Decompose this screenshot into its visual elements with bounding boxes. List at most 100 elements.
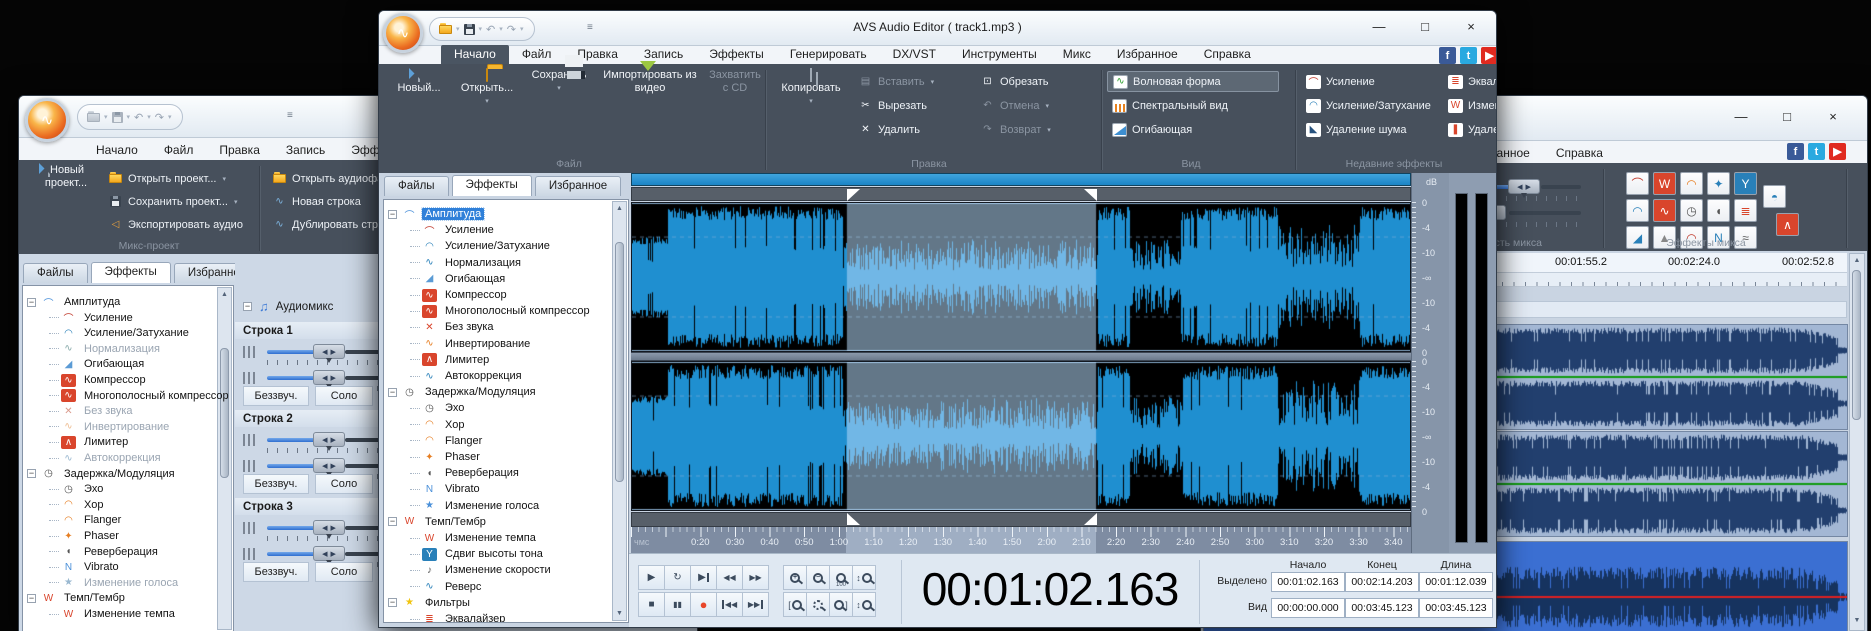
tree-item-компрессор[interactable]: ∿ Компрессор <box>410 287 510 303</box>
tree-item-без звука[interactable]: ✕ Без звука <box>410 319 497 335</box>
redo-icon[interactable]: ↷ <box>155 111 164 124</box>
collapse-icon[interactable]: − <box>27 593 36 603</box>
tree-item-изменение темпа[interactable]: W Изменение темпа <box>410 530 539 546</box>
play-button[interactable]: ▶ <box>638 565 665 590</box>
tab-файл[interactable]: Файл <box>509 45 565 64</box>
mix-effect-icon-7[interactable]: ∿ <box>1653 199 1676 222</box>
new-project-button[interactable]: Новый проект... <box>33 163 99 190</box>
zoom-out-button[interactable]: − <box>806 565 830 590</box>
selection-marker[interactable] <box>1084 513 1098 525</box>
tab-микс[interactable]: Микс <box>1050 45 1104 64</box>
to-end-button[interactable]: ▶▶ <box>742 592 769 617</box>
selection-marker[interactable] <box>847 189 861 201</box>
collapse-icon[interactable]: − <box>27 297 36 307</box>
selection-bar-top[interactable] <box>631 187 1411 201</box>
ribbon-item-открыть проект...[interactable]: Открыть проект... ▾ <box>103 168 232 189</box>
scroll-thumb[interactable] <box>1852 270 1861 420</box>
zoom-selection-start-button[interactable]: [ <box>783 592 807 617</box>
collapse-icon[interactable]: − <box>27 469 36 479</box>
rewind-button[interactable]: ◀◀ <box>716 565 743 590</box>
tree-item-огибающая[interactable]: ◢ Огибающая <box>410 271 508 287</box>
tree-item-изменение скорости[interactable]: ♪ Изменение скорости <box>410 562 554 578</box>
panel-tab-эффекты[interactable]: Эффекты <box>451 175 532 196</box>
time-ruler[interactable]: чмс 0:20 0:30 0:40 0:50 1:00 1:10 1:20 1:30 1:40… <box>631 527 1411 553</box>
zoom-selection-end-button[interactable]: ] <box>829 592 853 617</box>
collapse-icon[interactable]: − <box>243 302 252 311</box>
tree-item-усиление[interactable]: ⌒ Усиление <box>410 222 497 238</box>
tree-item-изменение темпа[interactable]: W Изменение темпа <box>49 606 178 622</box>
channel-divider[interactable] <box>631 352 1411 361</box>
save-icon[interactable] <box>111 111 123 123</box>
scroll-up[interactable]: ▲ <box>613 202 626 215</box>
scroll-up[interactable]: ▲ <box>1850 254 1864 267</box>
tree-item-реверберация[interactable]: ◖ Реверберация <box>49 544 161 560</box>
open-icon[interactable] <box>439 22 452 34</box>
twitter-icon[interactable]: t <box>1460 47 1477 64</box>
ribbon-doc-button[interactable]: Новый... <box>389 68 449 95</box>
ribbon-item-вырезать[interactable]: ✂ Вырезать <box>853 95 932 116</box>
zoom-vertical-out-button[interactable]: ↕ <box>852 592 876 617</box>
mix-effect-icon-16[interactable]: ◓ <box>1763 185 1786 208</box>
panel-tab-файлы[interactable]: Файлы <box>23 263 88 283</box>
collapse-icon[interactable]: − <box>388 517 397 527</box>
mix-effect-icon-5[interactable]: Y <box>1734 172 1757 195</box>
ribbon-item-обрезать[interactable]: ⊡ Обрезать <box>975 71 1054 92</box>
tree-item-лимитер[interactable]: ∧ Лимитер <box>49 434 131 450</box>
collapse-icon[interactable]: − <box>388 598 397 608</box>
ribbon-folder-button[interactable]: Открыть... ▾ <box>455 68 519 108</box>
tree-item-phaser[interactable]: ✦ Phaser <box>49 528 122 544</box>
tree-item-изменение голоса[interactable]: ★ Изменение голоса <box>49 575 181 591</box>
balance-slider[interactable]: ◀ ▶ <box>267 432 395 451</box>
mix-effect-icon-10[interactable]: ≣ <box>1734 199 1757 222</box>
ribbon-save-button[interactable]: Сохранить ▾ <box>525 69 593 95</box>
mix-effect-icon-8[interactable]: ◷ <box>1680 199 1703 222</box>
zoom-vertical-in-button[interactable]: ↕ <box>852 565 876 590</box>
tree-item-компрессор[interactable]: ∿ Компрессор <box>49 372 149 388</box>
tab-инструменты[interactable]: Инструменты <box>949 45 1050 64</box>
tab-dx/vst[interactable]: DX/VST <box>880 45 949 64</box>
recent-effect-удаление шума[interactable]: ◣ Удаление шума <box>1301 119 1411 140</box>
mix-effect-icon-2[interactable]: W <box>1653 172 1676 195</box>
tree-item-vibrato[interactable]: N Vibrato <box>410 481 483 497</box>
close-button[interactable]: × <box>1461 16 1481 36</box>
tree-item-flanger[interactable]: ◠ Flanger <box>410 433 485 449</box>
tree-item-усиление/затухание[interactable]: ◠ Усиление/Затухание <box>49 325 192 341</box>
tree-item-реверс[interactable]: ∿ Реверс <box>410 579 484 595</box>
waveform-channel-right[interactable] <box>631 361 1411 511</box>
mix-effect-icon-3[interactable]: ◠ <box>1680 172 1703 195</box>
tree-item-амплитуда[interactable]: − ⌒ Амплитуда <box>388 206 486 222</box>
balance-slider[interactable]: ◀ ▶ <box>267 520 395 539</box>
waveform-overview-bar[interactable] <box>631 173 1411 186</box>
play-to-end-button[interactable]: ▶ <box>690 565 717 590</box>
panel-tab-файлы[interactable]: Файлы <box>384 176 449 196</box>
volume-slider[interactable]: ◀ ▶ <box>267 458 395 477</box>
tree-item-многополосный компрессор[interactable]: ∿ Многополосный компрессор <box>49 388 232 404</box>
tab-начало[interactable]: Начало <box>83 141 151 160</box>
volume-slider[interactable]: ◀ ▶ <box>267 370 395 389</box>
tree-item-задержка/модуляция[interactable]: − ◷ Задержка/Модуляция <box>388 384 539 400</box>
recent-effect-эквалайзер[interactable]: ≣Эквалайзер <box>1443 71 1496 92</box>
close-button[interactable]: × <box>1823 106 1843 126</box>
collapse-icon[interactable]: − <box>388 387 397 397</box>
solo-button[interactable]: Соло <box>315 386 373 406</box>
tree-item-эхо[interactable]: ◷ Эхо <box>49 481 106 497</box>
twitter-icon[interactable]: t <box>1808 143 1825 160</box>
tree-item-хор[interactable]: ◠ Хор <box>49 497 106 513</box>
panel-tab-избранное[interactable]: Избранное <box>534 176 622 196</box>
tree-item-инвертирование[interactable]: ∿ Инвертирование <box>410 336 533 352</box>
save-icon[interactable] <box>463 23 475 35</box>
recent-effect-усиление/затухание[interactable]: ◠ Усиление/Затухание <box>1301 95 1436 116</box>
qat-menu-icon[interactable]: ≡ <box>587 22 593 33</box>
mix-effect-icon-9[interactable]: ◖ <box>1707 199 1730 222</box>
maximize-button[interactable]: □ <box>1777 106 1797 126</box>
recent-effect-удаление тишины[interactable]: ❚Удаление тишины <box>1443 119 1496 140</box>
undo-icon[interactable]: ↶ <box>486 23 495 36</box>
tree-scrollbar[interactable]: ▲ <box>217 287 232 630</box>
tree-item-усиление/затухание[interactable]: ◠ Усиление/Затухание <box>410 238 553 254</box>
zoom-100-button[interactable]: 100 <box>829 565 853 590</box>
to-start-button[interactable]: ◀◀ <box>716 592 743 617</box>
mute-button[interactable]: Беззвуч. <box>243 562 309 582</box>
tree-item-усиление[interactable]: ⌒ Усиление <box>49 310 136 326</box>
tab-избранное[interactable]: Избранное <box>1104 45 1191 64</box>
youtube-icon[interactable]: ▶ <box>1829 143 1846 160</box>
